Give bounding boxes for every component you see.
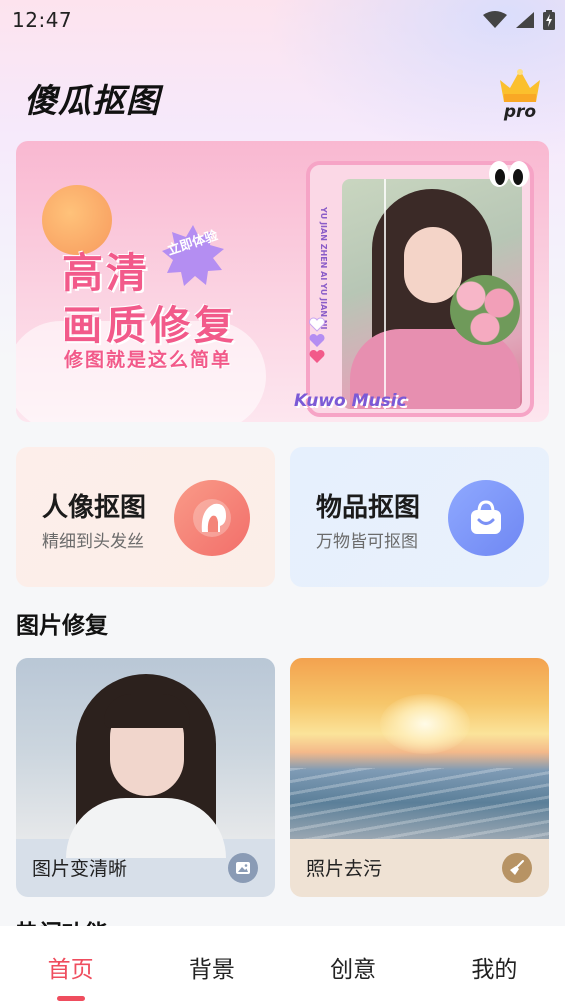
broom-icon: [502, 853, 532, 883]
app-title: 傻瓜抠图: [24, 81, 160, 120]
image-icon: [228, 853, 258, 883]
status-bar: 12:47: [0, 0, 565, 40]
nav-creative[interactable]: 创意: [283, 926, 424, 1004]
promo-banner[interactable]: 高清 画质修复 修图就是这么简单 立即体验 YU JIAN ZHEN AI YU…: [16, 141, 549, 422]
nav-home[interactable]: 首页: [0, 926, 141, 1004]
stain-removal-preview-image: [290, 658, 549, 839]
nav-mine[interactable]: 我的: [424, 926, 565, 1004]
pro-label: pro: [503, 102, 537, 122]
active-tab-indicator: [56, 996, 85, 1001]
shopping-bag-icon: [448, 480, 524, 556]
nav-label: 首页: [47, 957, 94, 983]
wifi-icon: [483, 11, 507, 28]
banner-title-line2: 画质修复: [62, 303, 238, 349]
feature-subtitle: 万物皆可抠图: [316, 532, 418, 552]
repair-label: 图片变清晰: [32, 858, 128, 880]
frame-brand: Kuwo Music: [294, 391, 407, 411]
nav-background[interactable]: 背景: [141, 926, 282, 1004]
photo-stain-removal-card[interactable]: 照片去污: [290, 658, 549, 897]
crown-icon: [500, 69, 540, 102]
feature-title: 物品抠图: [316, 493, 421, 523]
status-time: 12:47: [12, 8, 73, 32]
banner-portrait-image: [342, 179, 522, 409]
repair-label: 照片去污: [306, 858, 383, 880]
portrait-cutout-card[interactable]: 人像抠图 精细到头发丝: [16, 447, 275, 587]
eyes-icon: [489, 161, 529, 187]
bottom-nav: 首页 背景 创意 我的: [0, 926, 565, 1004]
object-cutout-card[interactable]: 物品抠图 万物皆可抠图: [290, 447, 549, 587]
nav-label: 我的: [471, 957, 518, 983]
banner-title-line1: 高清: [62, 249, 150, 297]
battery-icon: [543, 10, 555, 30]
cellular-signal-icon: [516, 12, 534, 28]
pro-button[interactable]: pro: [496, 68, 544, 126]
nav-label: 创意: [330, 957, 377, 983]
feature-title: 人像抠图: [42, 493, 147, 523]
image-sharpen-card[interactable]: 图片变清晰: [16, 658, 275, 897]
hearts-icon: [309, 317, 325, 363]
portrait-silhouette-icon: [174, 480, 250, 556]
banner-subtitle: 修图就是这么简单: [64, 349, 233, 371]
status-icons: [483, 10, 555, 30]
frame-text: YU JIAN ZHEN AI YU JIAN NI: [319, 207, 328, 330]
feature-subtitle: 精细到头发丝: [42, 532, 144, 552]
try-now-badge[interactable]: 立即体验: [162, 225, 224, 287]
sharpen-preview-image: [16, 658, 275, 858]
nav-label: 背景: [188, 957, 235, 983]
section-title-image-repair: 图片修复: [16, 613, 108, 639]
